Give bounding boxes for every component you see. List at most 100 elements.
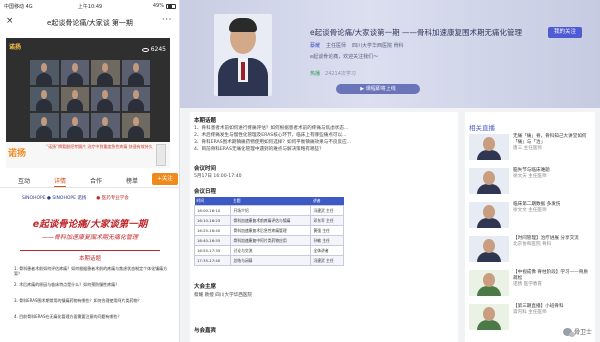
related-live-thumbnail: [469, 270, 509, 296]
poster-divider: [20, 250, 160, 251]
schedule-cell: 讨论与交流: [230, 245, 312, 256]
related-live-item-title: 脑失节与临床难题: [513, 168, 550, 173]
table-row: 16:55-17:35 讨论与交流 全体讲者: [193, 245, 344, 256]
related-live-item-title: 【第三期直播】小班骨科: [513, 304, 564, 309]
guests-heading: 与会嘉宾: [194, 328, 217, 334]
participant-tile: [121, 86, 150, 112]
schedule-cell: 冯建武 主任: [310, 255, 344, 266]
related-live-item-speaker: 诺扬 医学教育: [513, 282, 543, 287]
course-launch-button[interactable]: ▶ 课程即将上线: [336, 84, 420, 94]
status-bar: 中国移动 4G 上午10:49 49%: [0, 0, 179, 12]
status-badge: 热播: [310, 71, 321, 77]
tab-ranking[interactable]: 榜单: [126, 176, 138, 185]
related-live-item-speaker: 肾内科 主任医师: [513, 310, 547, 315]
speaker-hospital: 四川大学华西医院 骨科: [352, 43, 404, 49]
battery-icon: [166, 3, 176, 9]
poster-subtitle: ——骨科加速康复围术期无痛化管理: [41, 234, 138, 241]
schedule-cell: 16:40-16:55: [193, 235, 232, 246]
schedule-cell: 17:35-17:40: [193, 255, 232, 266]
participant-tile: [60, 86, 89, 112]
schedule-cell: 全体讲者: [310, 245, 344, 256]
composite-screenshot: e起谈骨论痛/大家谈第一期 ——骨科加速康复围术期无痛化管理 我的关注 蔡耀 主…: [0, 0, 600, 342]
participant-tile: [91, 60, 120, 85]
viewer-count: 6245: [141, 46, 166, 53]
related-live-item-speaker: 徐文天 主任医师: [513, 174, 547, 179]
schedule-col-topic: 主题: [230, 197, 311, 206]
sponsor-logo: 诺扬: [8, 149, 27, 159]
related-live-item-title: 无痛「痛」脊，骨科知己大讲堂如何「痛」与「治」: [513, 134, 587, 145]
desktop-course-page: e起谈骨论痛/大家谈第一期 ——骨科加速康复围术期无痛化管理 我的关注 蔡耀 主…: [180, 0, 600, 342]
related-live-sidebar: 相关直播 无痛「痛」脊，骨科知己大讲堂如何「痛」与「治」 唐三 主任医师 脑失节与…: [465, 112, 595, 342]
active-tab-indicator: [54, 186, 66, 187]
course-title: e起谈骨论痛/大家谈第一期 ——骨科加速康复围术期无痛化管理: [310, 28, 523, 37]
battery-percent: 49%: [152, 3, 164, 9]
more-icon[interactable]: ···: [162, 16, 172, 25]
schedule-table: 时间 主题 讲者 16:00-16:10 开场介绍 冯建武 主任 16:10-1…: [193, 197, 344, 266]
chair-heading: 大会主席: [194, 284, 217, 290]
topic-item: 2、术后疼痛发生与慢性化管理及ERAS核心环节，临床上有哪些痛点可以...: [194, 133, 347, 138]
related-live-item[interactable]: 无痛「痛」脊，骨科知己大讲堂如何「痛」与「治」 唐三 主任医师: [469, 134, 591, 164]
poster-section-heading: 本期话题: [78, 256, 101, 262]
wechat-icon: [562, 327, 575, 337]
schedule-cell: 骨科加速康复术后急性疼痛管理: [230, 225, 312, 236]
schedule-cell: 骨科加速康复术前疼痛评估与镇痛: [230, 215, 312, 226]
related-live-item-speaker: 徐文文 主任医师: [513, 208, 547, 213]
speaker-name[interactable]: 蔡耀: [310, 42, 320, 49]
related-live-thumbnail: [469, 134, 509, 160]
mobile-screenshot: 中国移动 4G 上午10:49 49% × e起谈骨论痛/大家谈 第一期 ···…: [0, 0, 180, 342]
poster-question: 4. 目前骨科ERAS在无痛化管理方面需要注意的问题有哪些？: [14, 314, 122, 319]
view-count: 24214次学习: [325, 71, 356, 77]
schedule-cell: 总结与闭幕: [230, 255, 312, 266]
my-follow-button[interactable]: 我的关注: [548, 27, 583, 38]
related-live-item[interactable]: 【中视成像 脊柱阶段】学习——骨质疏松 诺扬 医学教育: [469, 270, 591, 300]
sponsor-banner[interactable]: 诺扬 “诺扬”牌氨酚羟考酮片 治疗中到重度急性疼痛 快速有效持久: [6, 142, 170, 168]
related-live-thumbnail: [469, 168, 509, 194]
chair-info: 蔡耀 教授 四川大学华西医院: [194, 293, 253, 298]
tab-interact[interactable]: 互动: [18, 176, 30, 185]
participant-tile: [60, 60, 89, 85]
related-live-item[interactable]: 【时间管理】治疗进展 分享交流 北京协和医院 骨科: [469, 236, 591, 266]
meeting-time: 5月17日 16:00-17:40: [194, 174, 242, 179]
speaker-role: 主任医师: [326, 43, 347, 49]
follow-button[interactable]: +关注: [152, 173, 178, 185]
poster-question: 2. 术后疼痛的原因与临床特点是什么？如何预防慢性疼痛？: [14, 282, 120, 287]
schedule-cell: 16:25-16:40: [193, 225, 232, 236]
poster-question: 3. 骨科ERAS围术期常用的镇痛药物有哪些？如何合理使用阿片类药物？: [14, 298, 142, 303]
speaker-photo: [214, 14, 272, 96]
related-live-item[interactable]: 脑失节与临床难题 徐文天 主任医师: [469, 168, 591, 198]
schedule-cell: 16:10-16:25: [193, 215, 232, 226]
participant-tile: [30, 86, 59, 112]
related-live-thumbnail: [469, 236, 509, 262]
schedule-col-speaker: 讲者: [310, 197, 344, 206]
nav-bar: × e起谈骨论痛/大家谈 第一期 ···: [0, 12, 179, 32]
course-hero-banner: e起谈骨论痛/大家谈第一期 ——骨科加速康复围术期无痛化管理 我的关注 蔡耀 主…: [180, 0, 600, 108]
related-live-item-speaker: 北京协和医院 骨科: [513, 242, 552, 247]
participant-tile: [30, 60, 59, 85]
schedule-cell: 16:00-16:10: [193, 205, 232, 216]
poster-title: e起谈骨论痛/大家谈第一期: [32, 219, 148, 230]
schedule-cell: 开场介绍: [230, 205, 312, 216]
time-heading: 会议时间: [194, 166, 217, 172]
schedule-cell: 邓东军 主任: [310, 215, 344, 226]
table-row: 16:40-16:55 骨科加速康复中阿片类药物应用 孙敏 主任: [193, 235, 344, 246]
poster-question: 1. 骨科患者术前如何评估疼痛？如何根据患者术前的疼痛与焦虑状态制定个体化镇痛方…: [14, 266, 168, 276]
participant-tile: [91, 86, 120, 112]
related-live-item-title: 临床第二期数据 多发伤: [513, 202, 561, 207]
sponsor-text: “诺扬”牌氨酚羟考酮片 治疗中到重度急性疼痛 快速有效持久: [46, 144, 153, 149]
tab-details[interactable]: 详情: [54, 176, 66, 185]
speaker-meta: 蔡耀 主任医师 四川大学华西医院 骨科: [310, 42, 404, 49]
video-brand-logo: 诺扬: [9, 44, 22, 51]
related-live-title: 相关直播: [469, 124, 495, 132]
topic-heading: 本期话题: [194, 118, 217, 124]
participant-tile: [30, 113, 59, 138]
schedule-cell: 16:55-17:35: [193, 245, 232, 256]
related-live-thumbnail: [469, 304, 509, 330]
participant-tile: [60, 113, 89, 138]
course-stats: 热播 24214次学习: [310, 70, 356, 77]
watermark-text: 骨卫士: [573, 329, 592, 336]
related-live-item[interactable]: 临床第二期数据 多发伤 徐文文 主任医师: [469, 202, 591, 232]
tab-cooperation[interactable]: 合作: [90, 176, 102, 185]
participant-tile: [121, 60, 150, 85]
topic-item: 4、目前骨科ERAS无痛化管理中遇到的难点与解决策略有哪些？: [194, 147, 324, 152]
related-live-thumbnail: [469, 202, 509, 228]
